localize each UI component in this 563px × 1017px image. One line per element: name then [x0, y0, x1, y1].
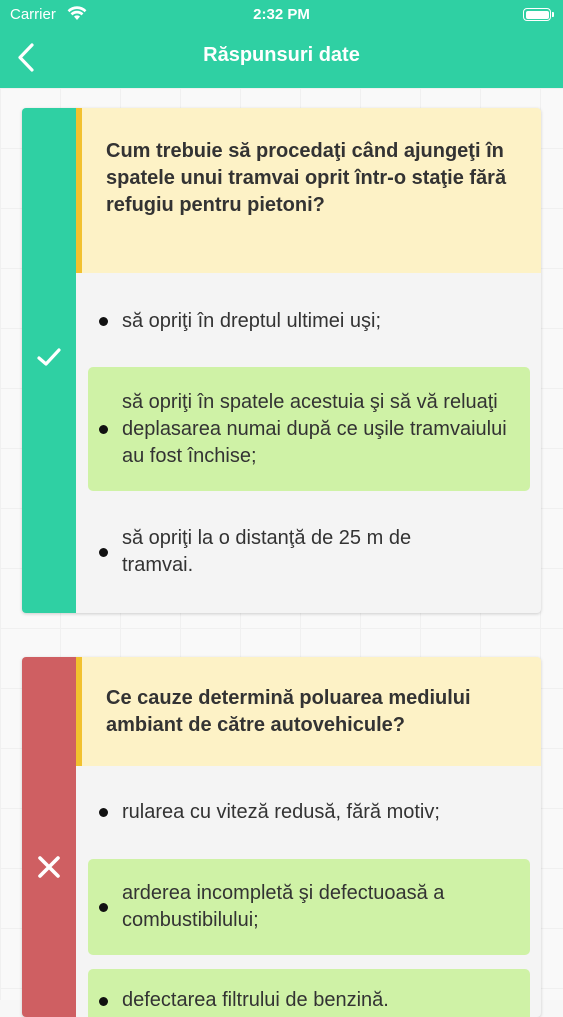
question-text: Ce cauze determină poluarea mediului amb…	[76, 657, 541, 766]
bullet-dot	[99, 997, 108, 1006]
result-strip-wrong	[22, 657, 76, 1017]
page-title: Răspunsuri date	[203, 44, 360, 66]
answer-text: să opriţi în spatele acestuia şi să vă r…	[122, 390, 507, 467]
answer-text: să opriţi în dreptul ultimei uşi;	[122, 309, 382, 332]
answer-text: defectarea filtrului de benzină.	[122, 989, 389, 1011]
answer-option-correct[interactable]: arderea incompletă şi defectuoasă a comb…	[88, 859, 530, 955]
answer-option[interactable]: rularea cu viteză redusă, fără motiv;	[88, 781, 530, 843]
result-strip-correct	[22, 108, 76, 613]
bullet-dot	[99, 424, 108, 434]
answer-text: rularea cu viteză redusă, fără motiv;	[122, 800, 440, 823]
question-card[interactable]: Cum trebuie să procedaţi când ajungeţi î…	[22, 108, 541, 613]
close-icon	[22, 854, 76, 885]
checkmark-icon	[22, 346, 76, 373]
answer-text: arderea incompletă şi defectuoasă a comb…	[122, 882, 445, 931]
question-card[interactable]: Ce cauze determină poluarea mediului amb…	[22, 657, 541, 1017]
battery-icon	[523, 8, 554, 21]
bullet-dot	[99, 547, 108, 557]
answer-option-correct[interactable]: să opriţi în spatele acestuia şi să vă r…	[88, 367, 530, 491]
status-time: 2:32 PM	[253, 6, 310, 23]
answer-option-correct[interactable]: defectarea filtrului de benzină.	[88, 969, 530, 1017]
bullet-dot	[99, 902, 108, 912]
question-text: Cum trebuie să procedaţi când ajungeţi î…	[76, 108, 541, 273]
status-bar: Carrier 2:32 PM	[0, 0, 563, 30]
bullet-dot	[99, 316, 108, 326]
bullet-dot	[99, 807, 108, 817]
header: Carrier 2:32 PM Răspunsuri date	[0, 0, 563, 88]
answer-option[interactable]: să opriţi la o distanţă de 25 m de tramv…	[88, 510, 530, 594]
answer-option[interactable]: să opriţi în dreptul ultimei uşi;	[88, 290, 530, 352]
answer-text: să opriţi la o distanţă de 25 m de tramv…	[122, 527, 412, 576]
